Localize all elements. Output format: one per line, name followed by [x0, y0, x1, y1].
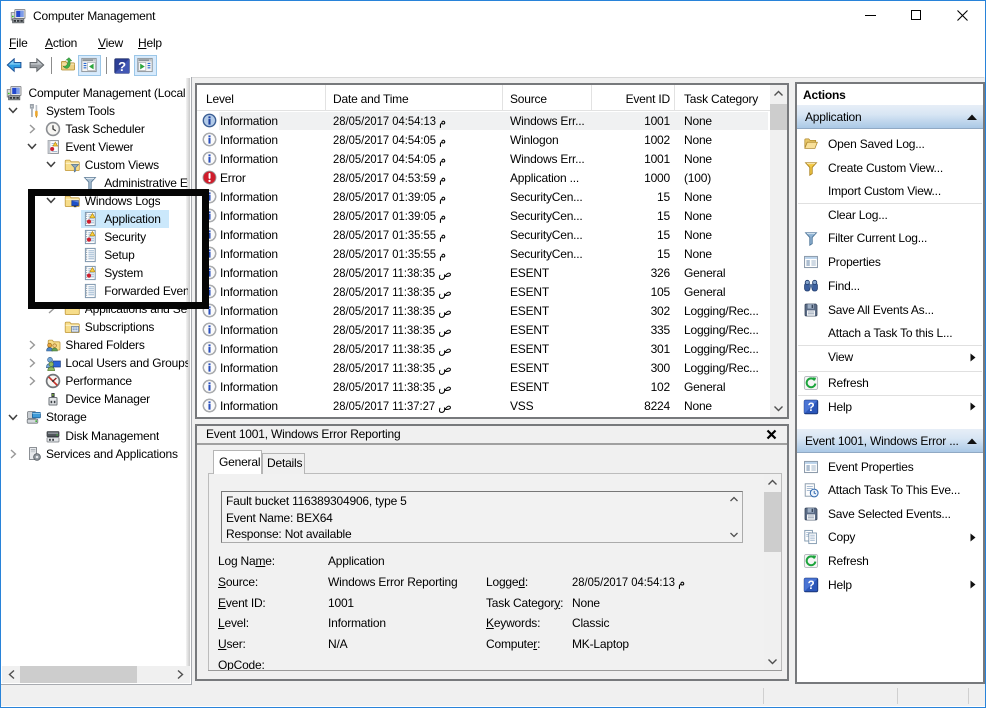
- svg-text:?: ?: [118, 59, 126, 74]
- svg-text:?: ?: [808, 402, 815, 414]
- svg-text:?: ?: [808, 580, 815, 592]
